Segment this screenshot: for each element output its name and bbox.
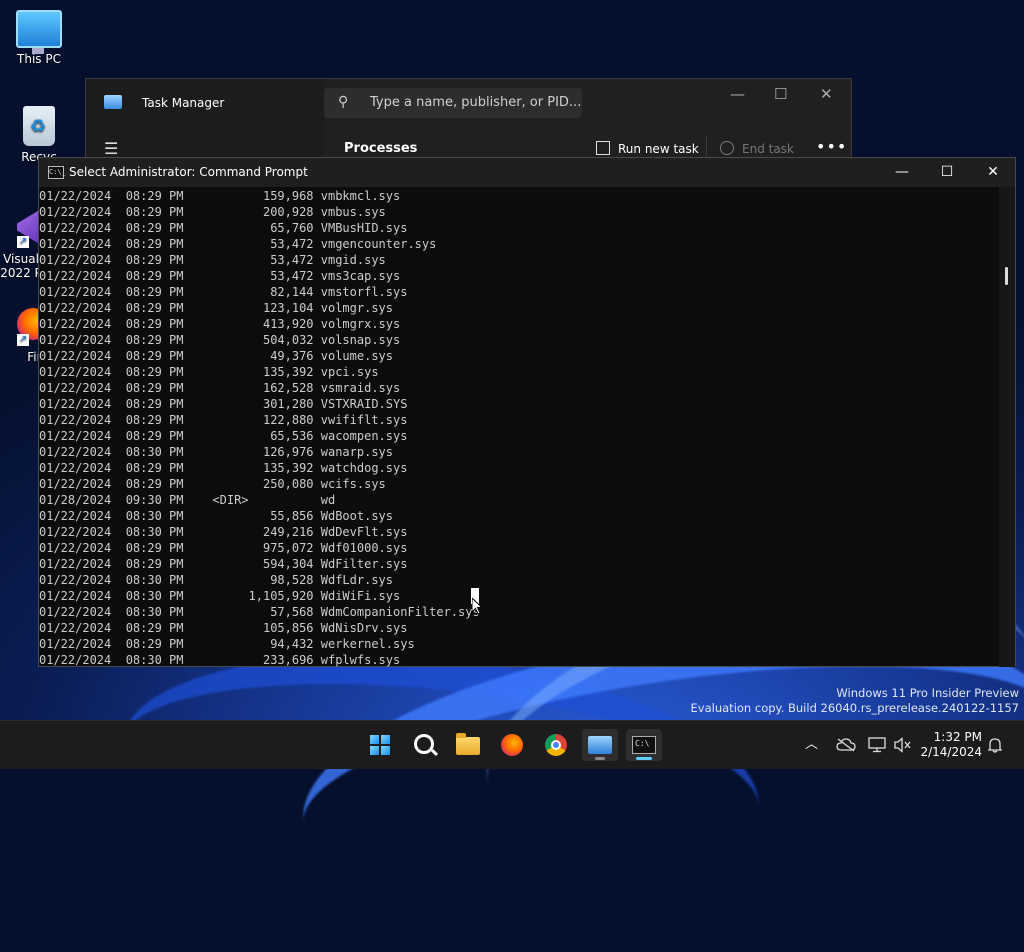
task-manager-search-input[interactable]: ⚲ Type a name, publisher, or PID... (324, 88, 582, 118)
active-indicator (636, 757, 652, 760)
watermark-line2: Evaluation copy. Build 26040.rs_prerelea… (690, 701, 1019, 715)
computer-icon (16, 10, 62, 54)
vertical-scrollbar[interactable] (999, 187, 1015, 667)
chrome-icon (545, 734, 567, 756)
scrollbar-thumb[interactable] (1005, 267, 1008, 285)
terminal-line: 01/22/2024 08:29 PM 82,144 vmstorfl.sys (39, 285, 408, 299)
terminal-line: 01/22/2024 08:29 PM 413,920 volmgrx.sys (39, 317, 401, 331)
more-options-icon[interactable]: ••• (816, 137, 847, 156)
terminal-line: 01/22/2024 08:29 PM 105,856 WdNisDrv.sys (39, 621, 408, 635)
recycle-bin-icon: ♻ (23, 106, 55, 146)
terminal-line: 01/22/2024 08:29 PM 122,880 vwififlt.sys (39, 413, 408, 427)
terminal-line: 01/22/2024 08:30 PM 126,976 wanarp.sys (39, 445, 394, 459)
terminal-line: 01/22/2024 08:29 PM 250,080 wcifs.sys (39, 477, 386, 491)
title-bar[interactable]: C:\_ Select Administrator: Command Promp… (39, 158, 1015, 187)
new-task-icon (596, 141, 610, 155)
terminal-line: 01/22/2024 08:30 PM 1,105,920 WdiWiFi.sy… (39, 589, 401, 603)
cmd-icon: C:\ (632, 736, 656, 754)
cmd-app-icon: C:\_ (48, 166, 66, 179)
taskbar: C:\ ︿ 1:32 PM 2/14/2024 (0, 720, 1024, 769)
end-task-button[interactable]: End task (720, 141, 794, 156)
folder-icon (456, 733, 480, 755)
close-button[interactable]: ✕ (820, 85, 833, 103)
running-indicator (595, 757, 605, 760)
search-icon (414, 734, 434, 754)
volume-muted-icon[interactable] (894, 721, 912, 769)
terminal-line: 01/22/2024 08:30 PM 98,528 WdfLdr.sys (39, 573, 394, 587)
run-new-task-button[interactable]: Run new task (596, 141, 699, 156)
terminal-line: 01/22/2024 08:29 PM 53,472 vmgencounter.… (39, 237, 437, 251)
shortcut-arrow-icon: ↗ (17, 334, 29, 346)
taskbar-chrome[interactable] (538, 729, 574, 761)
taskbar-command-prompt[interactable]: C:\ (626, 729, 662, 761)
minimize-button[interactable]: — (882, 161, 922, 183)
terminal-line: 01/22/2024 08:29 PM 53,472 vms3cap.sys (39, 269, 401, 283)
search-placeholder: Type a name, publisher, or PID... (370, 95, 582, 110)
close-button[interactable]: ✕ (973, 161, 1013, 183)
terminal-line: 01/22/2024 08:29 PM 135,392 vpci.sys (39, 365, 379, 379)
taskbar-search-button[interactable] (406, 729, 442, 761)
maximize-button[interactable]: ☐ (774, 85, 787, 103)
clock-time: 1:32 PM (933, 730, 982, 744)
terminal-line: 01/22/2024 08:29 PM 200,928 vmbus.sys (39, 205, 386, 219)
terminal-line: 01/28/2024 09:30 PM <DIR> wd (39, 493, 336, 507)
taskbar-task-manager[interactable] (582, 729, 618, 761)
notification-bell-icon[interactable] (987, 721, 1003, 769)
windows-logo-icon (370, 735, 390, 755)
terminal-line: 01/22/2024 08:29 PM 162,528 vsmraid.sys (39, 381, 401, 395)
block-icon (720, 141, 734, 155)
taskbar-file-explorer[interactable] (450, 729, 486, 761)
terminal-line: 01/22/2024 08:30 PM 233,696 wfplwfs.sys (39, 653, 401, 667)
terminal-line: 01/22/2024 08:29 PM 594,304 WdFilter.sys (39, 557, 408, 571)
system-clock[interactable]: 1:32 PM 2/14/2024 (918, 730, 982, 760)
terminal-line: 01/22/2024 08:29 PM 65,760 VMBusHID.sys (39, 221, 408, 235)
desktop-icon-recycle-bin[interactable]: ♻ Recyc (0, 106, 78, 164)
end-task-label: End task (742, 142, 794, 156)
task-manager-app-icon (104, 95, 122, 109)
shortcut-arrow-icon: ↗ (17, 236, 29, 248)
network-icon[interactable] (868, 721, 886, 769)
terminal-line: 01/22/2024 08:29 PM 49,376 volume.sys (39, 349, 394, 363)
search-icon: ⚲ (338, 94, 349, 110)
terminal-line: 01/22/2024 08:29 PM 53,472 vmgid.sys (39, 253, 386, 267)
show-hidden-icons-button[interactable]: ︿ (805, 721, 818, 769)
page-title: Processes (344, 141, 418, 156)
terminal-line: 01/22/2024 08:30 PM 57,568 WdmCompanionF… (39, 605, 480, 619)
terminal-line: 01/22/2024 08:29 PM 65,536 wacompen.sys (39, 429, 408, 443)
mouse-pointer-icon (471, 596, 484, 620)
terminal-output[interactable]: 01/22/2024 08:29 PM 159,968 vmbkmcl.sys 0… (39, 187, 1001, 667)
window-title: Select Administrator: Command Prompt (69, 165, 308, 179)
taskbar-firefox[interactable] (494, 729, 530, 761)
terminal-line: 01/22/2024 08:30 PM 55,856 WdBoot.sys (39, 509, 394, 523)
taskbar-start-button[interactable] (362, 729, 398, 761)
clock-date: 2/14/2024 (920, 745, 982, 759)
hamburger-menu-icon[interactable]: ☰ (104, 139, 118, 158)
terminal-line: 01/22/2024 08:29 PM 975,072 Wdf01000.sys (39, 541, 408, 555)
watermark-line1: Windows 11 Pro Insider Preview (836, 686, 1019, 700)
firefox-icon (501, 734, 523, 756)
task-manager-sidebar: Task Manager ☰ (86, 79, 324, 169)
task-manager-title: Task Manager (142, 96, 225, 110)
desktop-icon-this-pc[interactable]: This PC (0, 10, 78, 66)
desktop-icon-label: This PC (17, 52, 61, 66)
onedrive-offline-icon[interactable] (836, 721, 856, 769)
task-manager-icon (588, 736, 612, 754)
maximize-button[interactable]: ☐ (927, 161, 967, 183)
minimize-button[interactable]: — (730, 85, 745, 103)
terminal-line: 01/22/2024 08:29 PM 123,104 volmgr.sys (39, 301, 394, 315)
run-new-task-label: Run new task (618, 142, 699, 156)
terminal-line: 01/22/2024 08:29 PM 94,432 werkernel.sys (39, 637, 415, 651)
command-prompt-window[interactable]: C:\_ Select Administrator: Command Promp… (38, 157, 1016, 667)
terminal-line: 01/22/2024 08:29 PM 135,392 watchdog.sys (39, 461, 408, 475)
terminal-line: 01/22/2024 08:29 PM 301,280 VSTXRAID.SYS (39, 397, 408, 411)
terminal-line: 01/22/2024 08:29 PM 159,968 vmbkmcl.sys (39, 189, 401, 203)
terminal-line: 01/22/2024 08:30 PM 249,216 WdDevFlt.sys (39, 525, 408, 539)
terminal-line: 01/22/2024 08:29 PM 504,032 volsnap.sys (39, 333, 401, 347)
